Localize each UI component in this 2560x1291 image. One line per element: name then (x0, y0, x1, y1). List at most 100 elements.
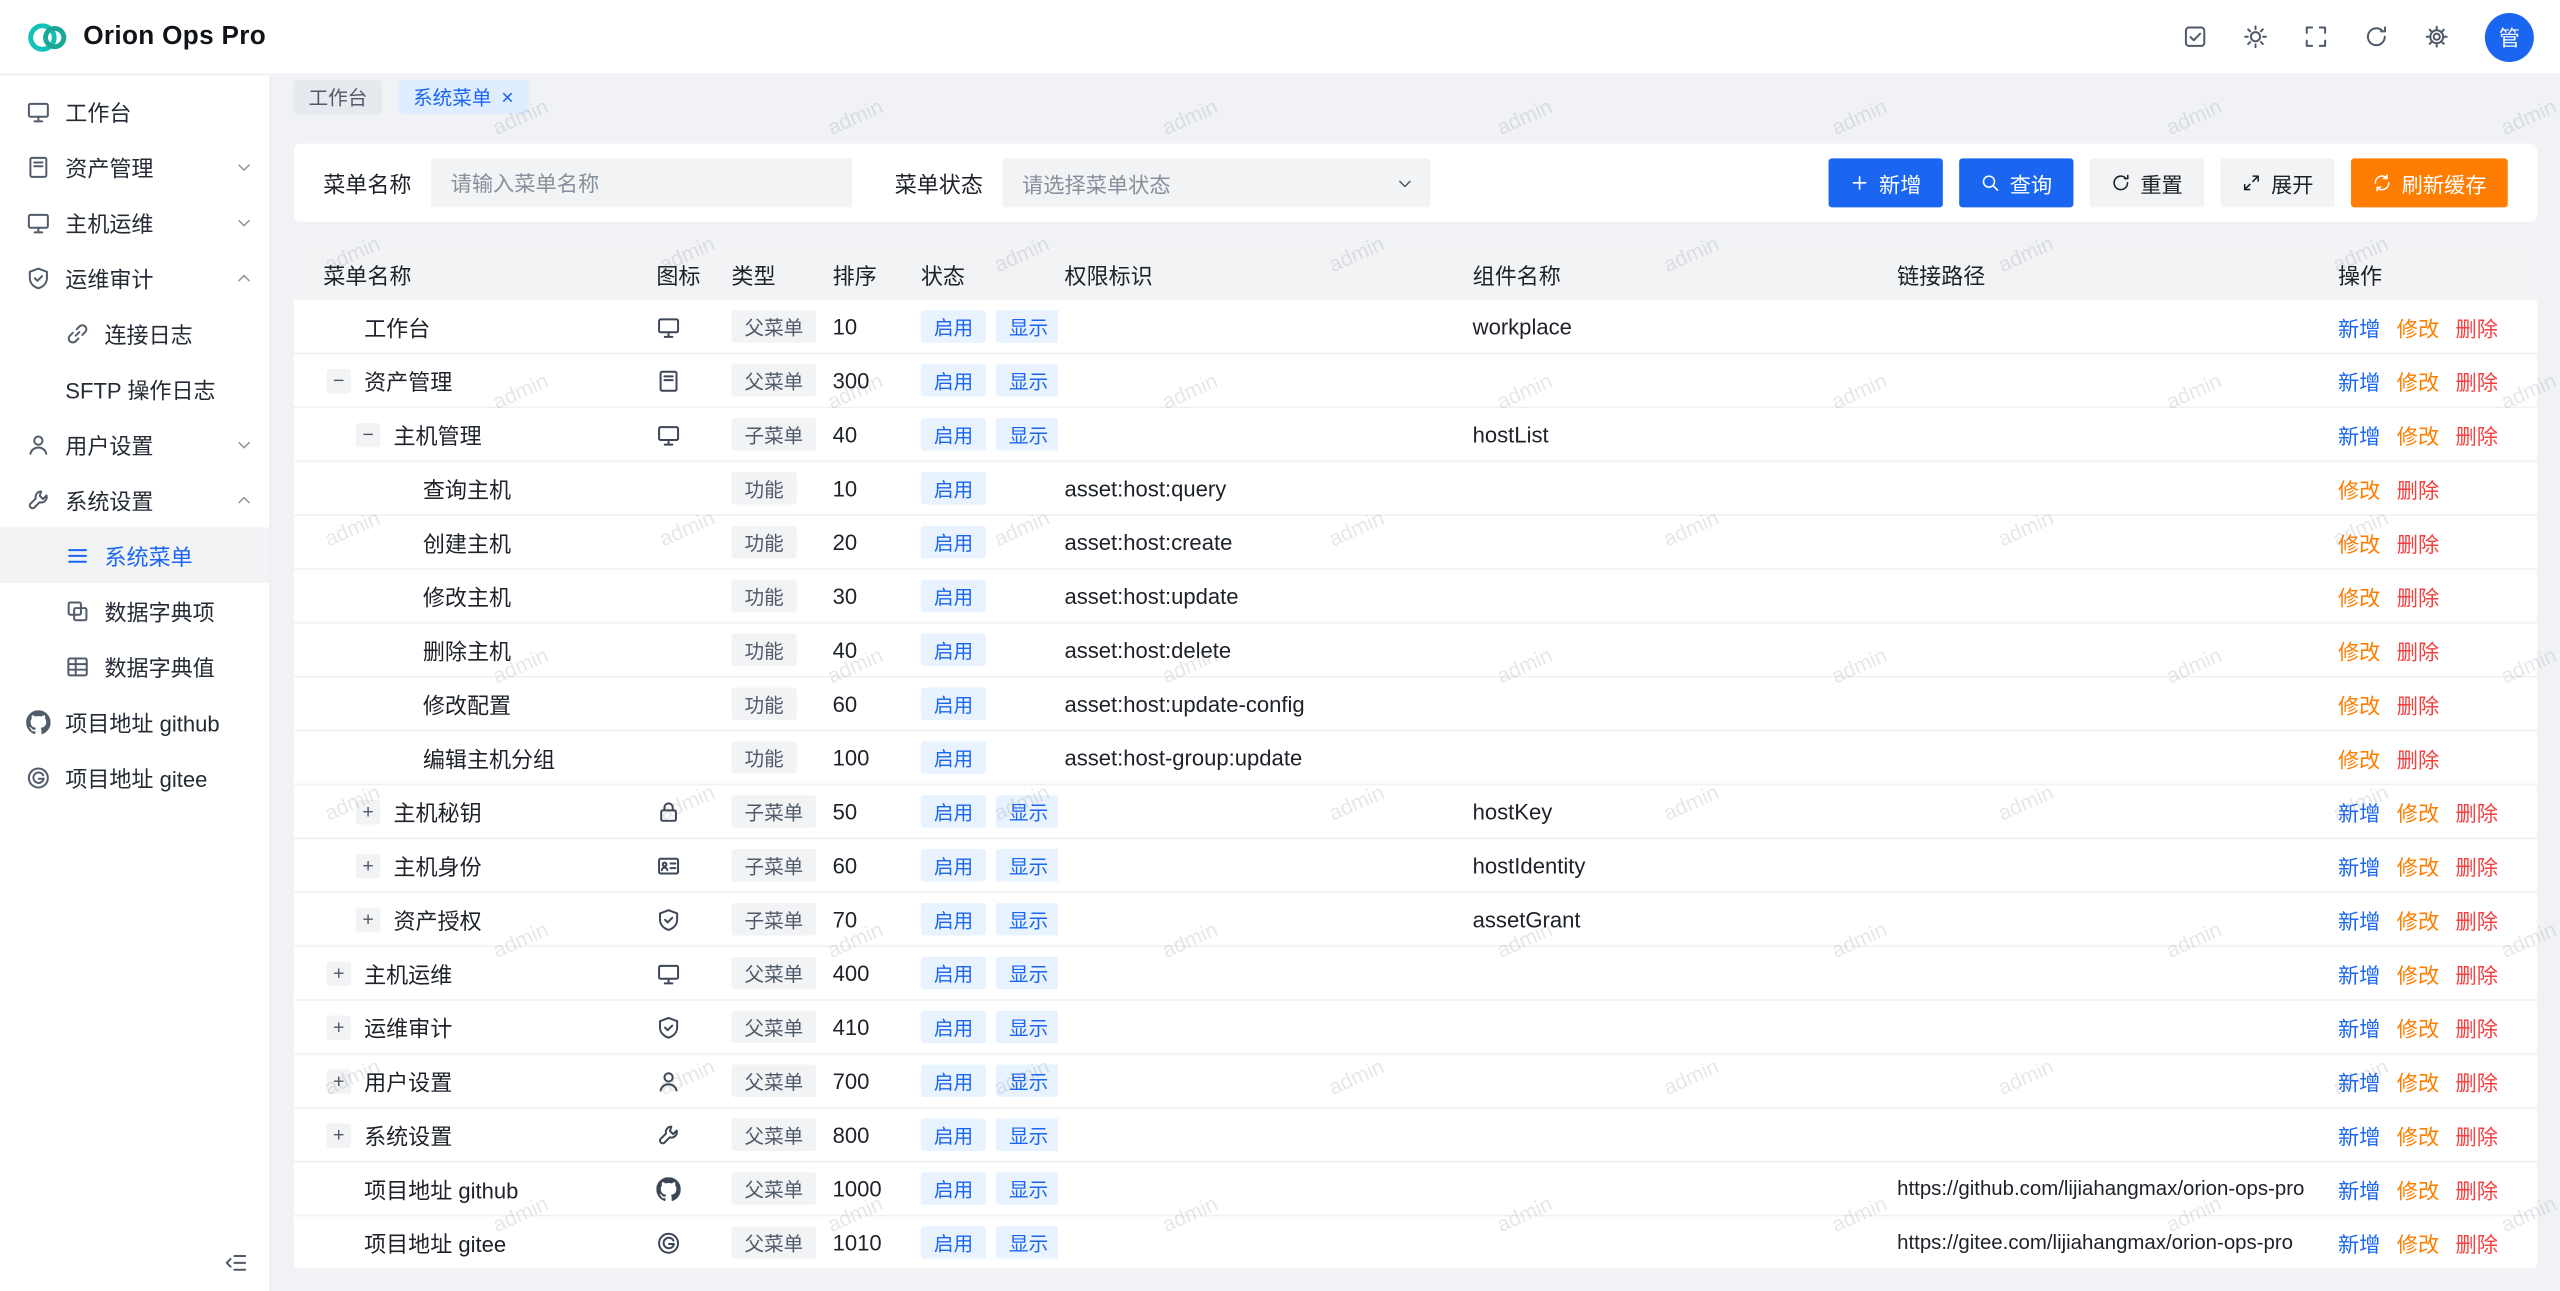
edit-link[interactable]: 修改 (2397, 419, 2439, 450)
query-button[interactable]: 查询 (1959, 158, 2073, 207)
edit-link[interactable]: 修改 (2397, 1227, 2439, 1258)
delete-link[interactable]: 删除 (2397, 742, 2439, 773)
sidebar-item[interactable]: 主机运维 (0, 194, 269, 250)
menu-name-cell: +系统设置 (294, 1118, 650, 1151)
edit-link[interactable]: 修改 (2397, 1065, 2439, 1096)
sidebar-item[interactable]: 资产管理 (0, 139, 269, 195)
delete-link[interactable]: 删除 (2456, 904, 2498, 935)
edit-link[interactable]: 修改 (2397, 904, 2439, 935)
add-link[interactable]: 新增 (2338, 958, 2380, 989)
edit-link[interactable]: 修改 (2338, 688, 2380, 719)
fullscreen-icon[interactable] (2304, 24, 2328, 48)
menu-fold-icon[interactable] (224, 1251, 248, 1275)
delete-link[interactable]: 删除 (2456, 796, 2498, 827)
edit-link[interactable]: 修改 (2338, 473, 2380, 504)
add-link[interactable]: 新增 (2338, 419, 2380, 450)
delete-link[interactable]: 删除 (2456, 1065, 2498, 1096)
type-tag: 子菜单 (731, 418, 816, 451)
refresh-cache-button[interactable]: 刷新缓存 (2351, 158, 2508, 207)
delete-link[interactable]: 删除 (2397, 634, 2439, 665)
reset-button[interactable]: 重置 (2090, 158, 2204, 207)
user-avatar[interactable]: 管 (2485, 12, 2534, 61)
edit-link[interactable]: 修改 (2397, 311, 2439, 342)
menu-name-input[interactable] (431, 158, 852, 207)
sidebar-item[interactable]: 运维审计 (0, 250, 269, 306)
checkbox-icon[interactable] (2183, 24, 2207, 48)
delete-link[interactable]: 删除 (2456, 1119, 2498, 1150)
expand-row-icon[interactable]: + (356, 799, 380, 823)
delete-link[interactable]: 删除 (2456, 311, 2498, 342)
type-tag: 子菜单 (731, 849, 816, 882)
expand-row-icon[interactable]: + (327, 961, 351, 985)
sidebar-item[interactable]: 数据字典项 (0, 583, 269, 639)
edit-link[interactable]: 修改 (2338, 742, 2380, 773)
delete-link[interactable]: 删除 (2456, 419, 2498, 450)
order-cell: 20 (826, 530, 914, 554)
sidebar-item[interactable]: 项目地址 gitee (0, 749, 269, 805)
add-button[interactable]: 新增 (1828, 158, 1942, 207)
add-link[interactable]: 新增 (2338, 796, 2380, 827)
expand-row-icon[interactable]: + (327, 1122, 351, 1146)
expand-row-icon[interactable]: + (356, 907, 380, 931)
delete-link[interactable]: 删除 (2397, 688, 2439, 719)
delete-link[interactable]: 删除 (2397, 580, 2439, 611)
delete-link[interactable]: 删除 (2397, 473, 2439, 504)
edit-link[interactable]: 修改 (2397, 958, 2439, 989)
add-link[interactable]: 新增 (2338, 1227, 2380, 1258)
sidebar-item[interactable]: 工作台 (0, 83, 269, 139)
add-link[interactable]: 新增 (2338, 365, 2380, 396)
expand-row-icon[interactable]: + (327, 1015, 351, 1039)
edit-link[interactable]: 修改 (2397, 1119, 2439, 1150)
add-link[interactable]: 新增 (2338, 1173, 2380, 1204)
tree-indent (327, 649, 386, 651)
close-icon[interactable]: × (501, 86, 513, 107)
type-tag: 功能 (731, 633, 796, 666)
delete-link[interactable]: 删除 (2456, 1227, 2498, 1258)
sidebar-item-label: 资产管理 (65, 150, 153, 183)
sidebar-item[interactable]: 连接日志 (0, 305, 269, 361)
delete-link[interactable]: 删除 (2456, 365, 2498, 396)
idcard-icon (656, 853, 680, 877)
gear-icon[interactable] (2424, 24, 2448, 48)
edit-link[interactable]: 修改 (2397, 796, 2439, 827)
add-link[interactable]: 新增 (2338, 850, 2380, 881)
delete-link[interactable]: 删除 (2456, 1011, 2498, 1042)
sidebar-item[interactable]: 系统设置 (0, 472, 269, 528)
tab-inactive[interactable]: 工作台 (294, 79, 382, 113)
order-cell: 400 (826, 961, 914, 985)
expand-row-icon[interactable]: + (356, 853, 380, 877)
sidebar-item[interactable]: 数据字典值 (0, 638, 269, 694)
edit-link[interactable]: 修改 (2338, 527, 2380, 558)
sidebar-item[interactable]: 用户设置 (0, 416, 269, 472)
edit-link[interactable]: 修改 (2338, 580, 2380, 611)
collapse-row-icon[interactable]: − (356, 422, 380, 446)
delete-link[interactable]: 删除 (2456, 850, 2498, 881)
add-link[interactable]: 新增 (2338, 1119, 2380, 1150)
expand-button[interactable]: 展开 (2220, 158, 2334, 207)
edit-link[interactable]: 修改 (2338, 634, 2380, 665)
menu-status-select[interactable]: 请选择菜单状态 (1002, 158, 1430, 207)
edit-link[interactable]: 修改 (2397, 1011, 2439, 1042)
sidebar-item[interactable]: 项目地址 github (0, 694, 269, 750)
add-link[interactable]: 新增 (2338, 904, 2380, 935)
delete-link[interactable]: 删除 (2456, 1173, 2498, 1204)
sidebar-item[interactable]: SFTP 操作日志 (0, 361, 269, 417)
sidebar-item[interactable]: 系统菜单 (0, 527, 269, 583)
status-cell: 启用显示 (914, 957, 1058, 990)
table-row: 修改配置功能60启用asset:host:update-config修改删除 (294, 678, 2537, 732)
refresh-icon[interactable] (2364, 24, 2388, 48)
sun-icon[interactable] (2243, 24, 2267, 48)
edit-link[interactable]: 修改 (2397, 365, 2439, 396)
edit-link[interactable]: 修改 (2397, 1173, 2439, 1204)
edit-link[interactable]: 修改 (2397, 850, 2439, 881)
delete-link[interactable]: 删除 (2456, 958, 2498, 989)
add-link[interactable]: 新增 (2338, 1011, 2380, 1042)
add-link[interactable]: 新增 (2338, 311, 2380, 342)
expand-row-icon[interactable]: + (327, 1069, 351, 1093)
add-link[interactable]: 新增 (2338, 1065, 2380, 1096)
header-icons (2183, 24, 2449, 48)
collapse-row-icon[interactable]: − (327, 368, 351, 392)
chevron-up-icon (235, 269, 253, 287)
delete-link[interactable]: 删除 (2397, 527, 2439, 558)
tab-active[interactable]: 系统菜单× (398, 79, 528, 113)
